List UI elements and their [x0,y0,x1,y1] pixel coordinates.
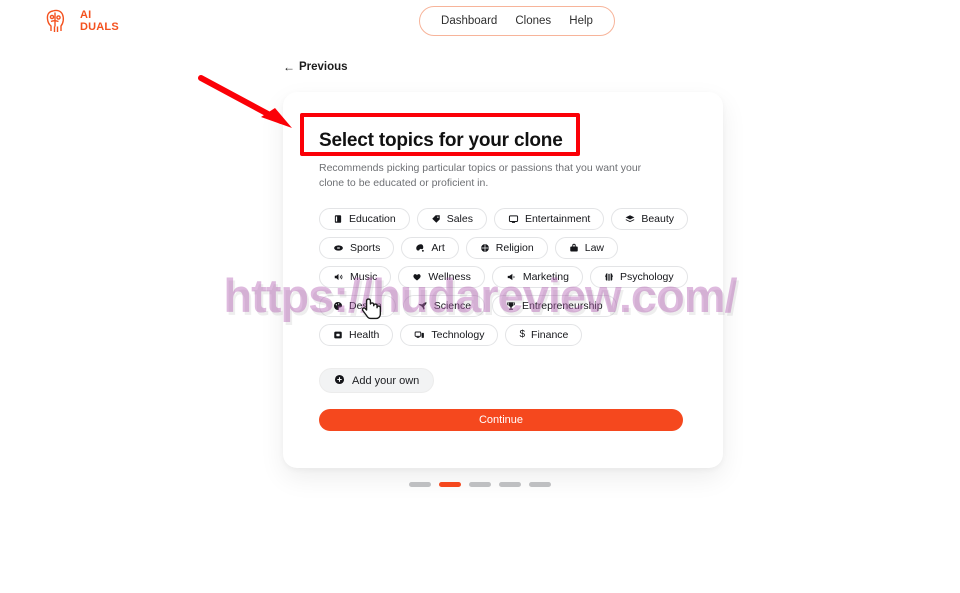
continue-button[interactable]: Continue [319,409,683,431]
health-monitor-icon [333,330,343,340]
dollar-icon: $ [519,329,526,340]
topic-chip-entertainment[interactable]: Entertainment [493,208,605,230]
topic-chip-label: Music [350,271,378,283]
topic-chip-religion[interactable]: Religion [465,237,548,259]
topic-chip-label: Art [431,242,445,254]
topic-chip-label: Health [349,329,380,341]
topic-chip-design[interactable]: Design [319,295,396,317]
topic-chip-technology[interactable]: Technology [400,324,499,346]
topic-chip-sales[interactable]: Sales [416,208,487,230]
brand-logo-line1: AI [80,9,92,21]
topic-chip-psychology[interactable]: Psychology [589,266,688,288]
head-profile-icon [46,9,65,32]
pager-step-1[interactable] [409,482,431,487]
speaker-icon [333,272,344,282]
topic-chip-label: Education [349,213,396,225]
pager-step-4[interactable] [499,482,521,487]
topic-chip-label: Beauty [641,213,675,225]
rocket-icon [417,301,428,311]
topic-chip-row: Education Sales Entertainment Beauty [319,208,689,230]
page-root: AI DUALS Dashboard Clones Help ← Previou… [0,0,960,593]
topic-chip-education[interactable]: Education [319,208,410,230]
previous-link[interactable]: ← Previous [283,60,348,74]
monitor-icon [508,214,519,224]
heart-icon [412,272,422,282]
topic-chip-label: Sports [350,242,381,254]
top-nav: Dashboard Clones Help [419,6,615,36]
topic-chip-label: Sales [446,213,473,225]
topic-chip-label: Law [584,242,604,254]
page-subtitle: Recommends picking particular topics or … [319,162,642,189]
topic-chip-label: Wellness [428,271,471,283]
paint-palette-icon [415,243,425,253]
topic-chip-law[interactable]: Law [554,237,618,259]
topic-chip-beauty[interactable]: Beauty [611,208,689,230]
topic-chip-label: Psychology [619,271,674,283]
topic-chip-health[interactable]: Health [319,324,394,346]
topic-chip-label: Finance [531,329,569,341]
topic-chip-row: Health Technology $ Finance [319,324,687,346]
brand-logo-line2: DUALS [80,21,119,33]
topic-chip-label: Religion [495,242,534,254]
topic-chip-label: Design [349,300,382,312]
arrow-left-icon: ← [283,60,295,74]
previous-label: Previous [299,61,348,73]
nav-item-dashboard[interactable]: Dashboard [441,15,497,27]
topic-chip-list: Education Sales Entertainment Beauty Spo… [319,208,689,346]
topic-chip-label: Technology [431,329,485,341]
nav-item-help[interactable]: Help [569,15,593,27]
topic-chip-wellness[interactable]: Wellness [398,266,485,288]
add-your-own-label: Add your own [352,374,420,387]
topic-chip-art[interactable]: Art [401,237,459,259]
nav-item-clones[interactable]: Clones [515,15,551,27]
topic-chip-row: Music Wellness Marketing Psychology [319,266,688,288]
topic-chip-finance[interactable]: $ Finance [505,324,583,346]
add-your-own-button[interactable]: Add your own [319,368,435,393]
topic-chip-label: Entrepreneurship [522,300,603,312]
brand-logo[interactable]: AI DUALS [44,6,119,36]
topic-chip-science[interactable]: Science [402,295,486,317]
topic-chip-label: Marketing [522,271,569,283]
topics-card: Select topics for your clone Recommends … [283,92,723,468]
topic-chip-entrepreneurship[interactable]: Entrepreneurship [492,295,617,317]
briefcase-icon [569,243,579,253]
globe-icon [480,243,490,253]
topic-chip-row: Sports Art Religion Law [319,237,687,259]
topic-chip-label: Entertainment [524,213,591,225]
devices-icon [414,330,425,340]
pager-step-2[interactable] [439,482,461,487]
plus-circle-icon [334,374,345,388]
brain-icon [604,272,614,282]
topic-chip-row: Design Science Entrepreneurship [319,295,687,317]
page-title: Select topics for your clone [319,130,563,151]
brand-logo-text: AI DUALS [80,9,119,33]
layers-icon [625,214,635,224]
topic-chip-label: Science [433,300,472,312]
topic-chip-marketing[interactable]: Marketing [491,266,583,288]
pager-step-5[interactable] [529,482,551,487]
palette-icon [333,301,343,311]
megaphone-icon [506,272,517,282]
tag-icon [431,214,441,224]
topic-chip-music[interactable]: Music [319,266,392,288]
book-icon [333,214,343,224]
step-pager [0,482,960,487]
football-icon [333,243,344,253]
pager-step-3[interactable] [469,482,491,487]
topic-chip-sports[interactable]: Sports [319,237,395,259]
trophy-icon [506,301,516,311]
